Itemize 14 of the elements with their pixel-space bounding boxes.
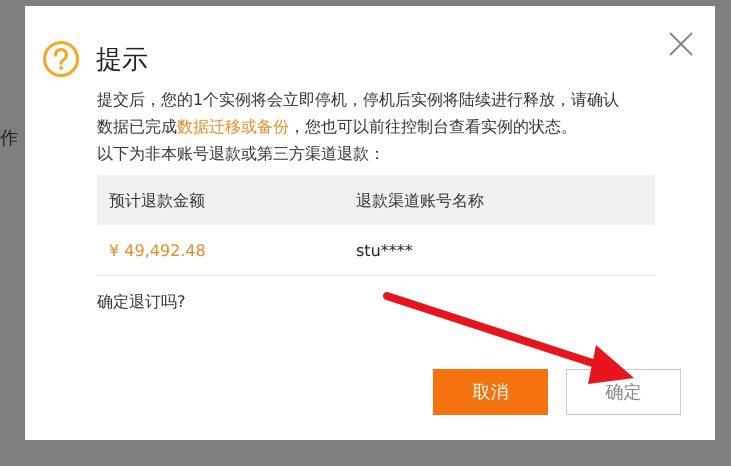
- confirm-question: 确定退订吗?: [97, 291, 186, 313]
- confirm-button[interactable]: 确定: [566, 369, 681, 415]
- column-header: 预计退款金额: [97, 175, 344, 225]
- table-cell: stu****: [344, 225, 655, 276]
- question-icon: [42, 40, 80, 78]
- column-header: 退款渠道账号名称: [344, 175, 655, 225]
- background-text: 作: [0, 127, 18, 150]
- message-text: 提交后，您的1个实例将会立即停机，停机后实例将陆续进行释放，请确认数据已完成数据迁移或备份，您也可以前往控制台查看实例的状态。: [97, 89, 620, 138]
- note-text: 以下为非本账号退款或第三方渠道退款：: [97, 143, 386, 165]
- cancel-button[interactable]: 取消: [433, 369, 548, 415]
- table-cell: ¥ 49,492.48: [97, 225, 344, 276]
- dialog-title: 提示: [96, 44, 148, 76]
- close-icon[interactable]: [667, 30, 695, 58]
- link[interactable]: 数据迁移或备份: [177, 117, 289, 136]
